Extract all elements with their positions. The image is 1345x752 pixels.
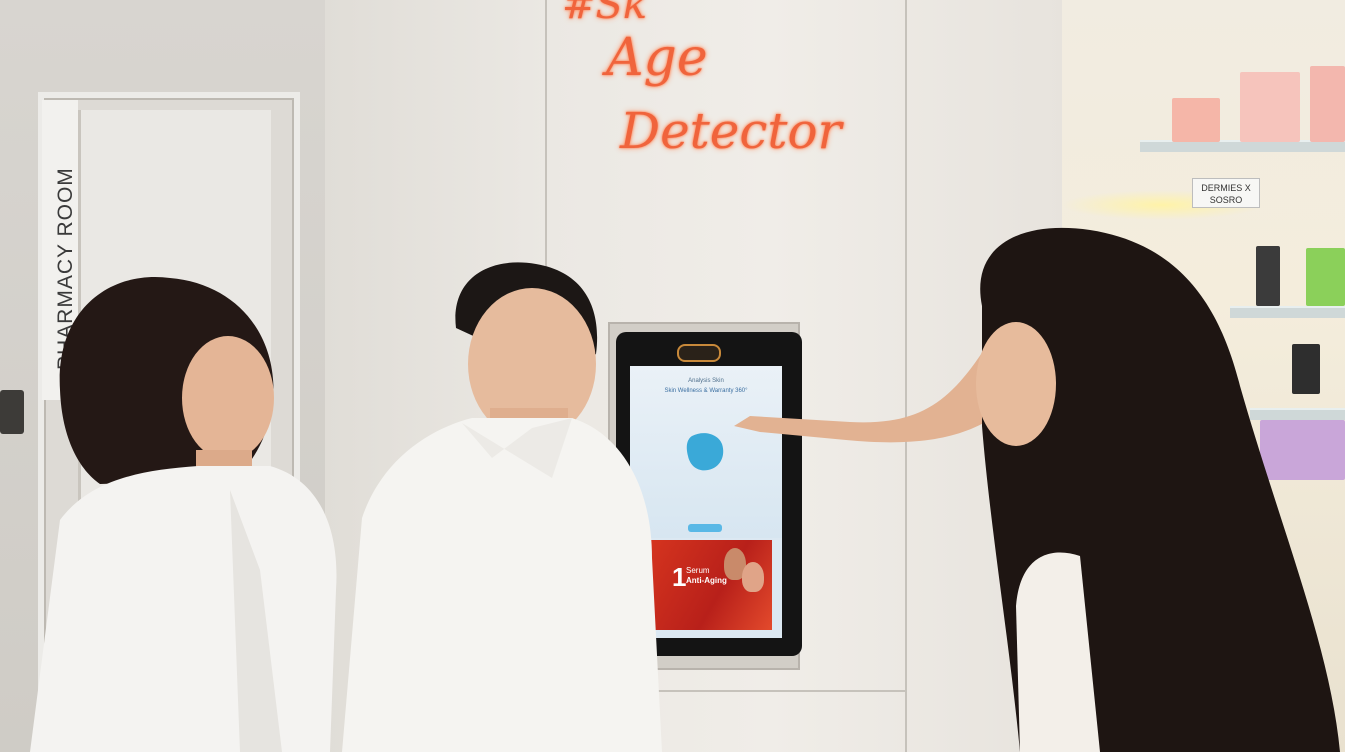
- product-box: [1172, 98, 1220, 142]
- shelf-sign-line: DERMIES X: [1201, 183, 1251, 193]
- neon-detector: Detector: [620, 102, 842, 160]
- neon-age: Age: [606, 28, 708, 88]
- shelf-sign-line: SOSRO: [1209, 195, 1243, 205]
- woman-right: [734, 227, 1340, 752]
- banner-text: Serum: [686, 566, 710, 575]
- product-box: [1310, 66, 1345, 142]
- photo-scene: PHARMACY ROOM #Sk Age Detector Analysis …: [0, 0, 1345, 752]
- shelf-sign: DERMIES X SOSRO: [1192, 178, 1260, 208]
- woman-left: [30, 276, 337, 752]
- product-box: [1240, 72, 1300, 142]
- scan-button[interactable]: [688, 524, 722, 532]
- banner-number: 1: [672, 562, 687, 592]
- neon-hashtag: #Sk: [562, 0, 648, 28]
- camera-icon: [677, 344, 721, 362]
- man-center: [342, 262, 662, 752]
